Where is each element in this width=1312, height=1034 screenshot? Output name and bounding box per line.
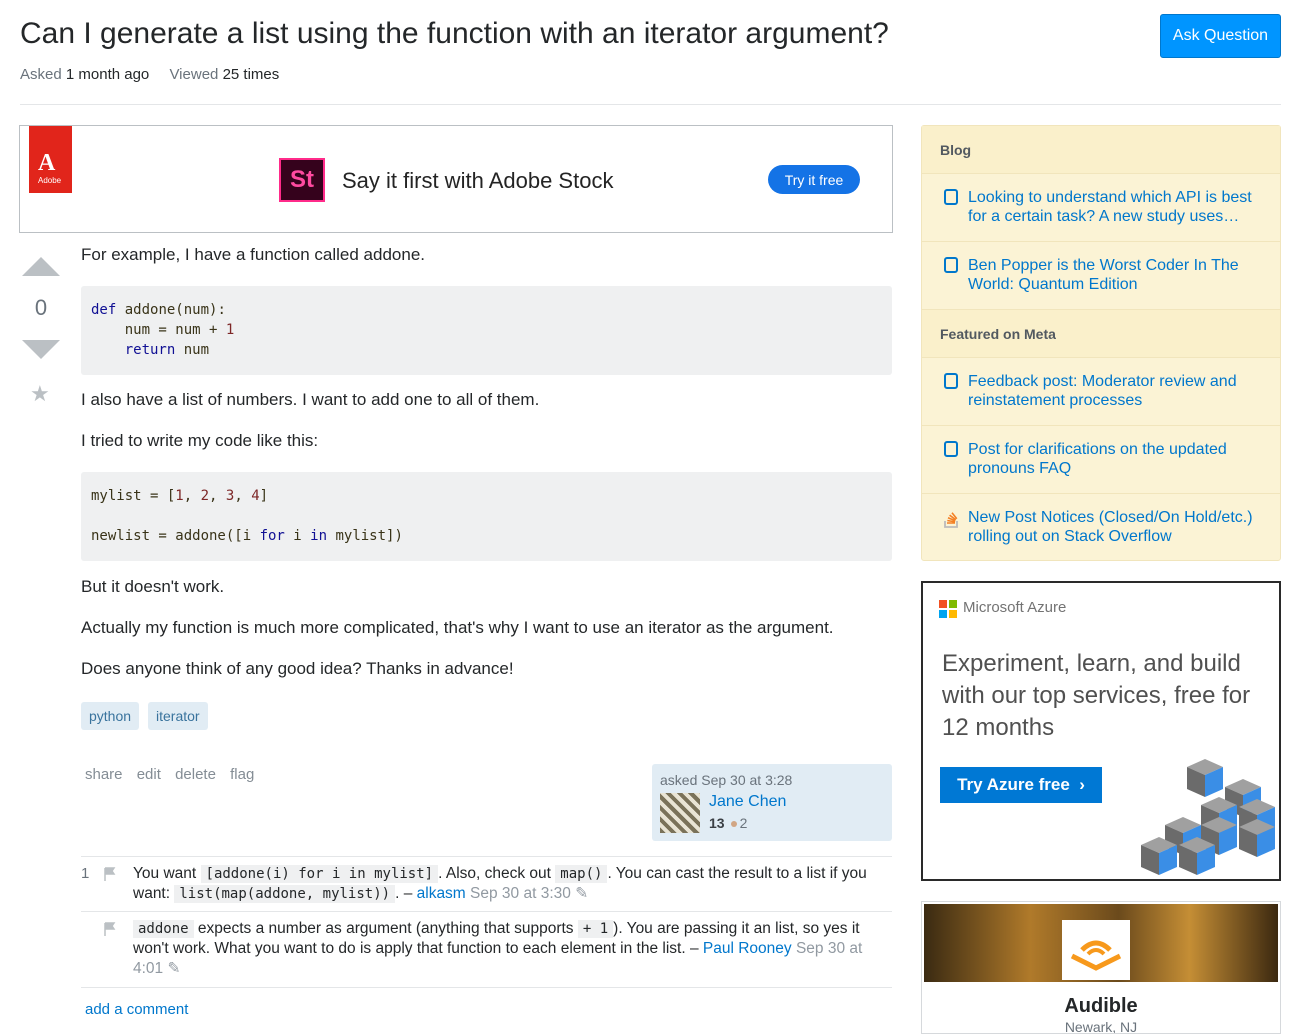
viewed-label: Viewed <box>169 66 219 83</box>
upvote-arrow-icon[interactable] <box>22 257 60 276</box>
post-paragraph-6: Does anyone think of any good idea? Than… <box>81 659 514 678</box>
avatar[interactable] <box>660 793 700 833</box>
ad-headline: Say it first with Adobe Stock <box>342 168 614 193</box>
blog-item[interactable]: Ben Popper is the Worst Coder In The Wor… <box>922 242 1280 310</box>
meta-heading: Featured on Meta <box>922 310 1280 358</box>
chevron-right-icon: › <box>1079 775 1085 794</box>
blog-heading: Blog <box>922 126 1280 174</box>
comments-bottom-divider <box>81 987 892 988</box>
share-link[interactable]: share <box>85 766 123 783</box>
header-divider <box>20 104 1281 105</box>
tag-iterator[interactable]: iterator <box>148 702 208 730</box>
ask-question-button[interactable]: Ask Question <box>1160 14 1281 58</box>
downvote-arrow-icon[interactable] <box>22 340 60 359</box>
comment-author-link[interactable]: Paul Rooney <box>703 940 792 957</box>
adobe-logo: A Adobe <box>29 126 72 193</box>
adobe-logo-text: Adobe <box>38 176 62 185</box>
comments-divider <box>81 856 892 857</box>
favorite-star-icon[interactable]: ★ <box>30 381 50 407</box>
audible-logo-icon <box>1062 920 1130 980</box>
comment-2: addone expects a number as argument (any… <box>133 920 863 977</box>
blog-icon <box>944 257 958 273</box>
azure-brand: Microsoft Azure <box>963 599 1067 616</box>
adobe-stock-icon: St <box>279 158 325 202</box>
post-paragraph-1: For example, I have a function called ad… <box>81 245 425 264</box>
meta-item[interactable]: New Post Notices (Closed/On Hold/etc.) r… <box>922 494 1280 560</box>
asked-value: 1 month ago <box>65 66 150 83</box>
bronze-badge-icon <box>730 821 737 827</box>
meta-icon <box>944 373 958 389</box>
flag-link[interactable]: flag <box>230 766 254 783</box>
audible-name: Audible <box>1064 995 1138 1017</box>
try-azure-button[interactable]: Try Azure free › <box>940 767 1102 803</box>
audible-ad[interactable]: Audible Newark, NJ <box>921 901 1281 1034</box>
asked-label: Asked <box>20 66 62 83</box>
adobe-a-glyph: A <box>38 150 56 176</box>
comment-score: 1 <box>81 865 90 882</box>
delete-link[interactable]: delete <box>175 766 216 783</box>
azure-ad[interactable]: Microsoft Azure Experiment, learn, and b… <box>921 581 1281 881</box>
owner-reputation: 13 2 <box>709 815 748 831</box>
add-comment-link[interactable]: add a comment <box>85 1001 188 1018</box>
post-paragraph-4: But it doesn't work. <box>81 577 225 596</box>
community-bulletin: Blog Looking to understand which API is … <box>921 125 1281 561</box>
microsoft-logo-icon <box>939 600 957 618</box>
post-paragraph-3: I tried to write my code like this: <box>81 431 319 450</box>
cubes-illustration <box>1141 759 1275 875</box>
owner-card: asked Sep 30 at 3:28 Jane Chen 13 2 <box>652 764 892 841</box>
flag-icon[interactable] <box>103 922 117 936</box>
meta-item[interactable]: Post for clarifications on the updated p… <box>922 426 1280 494</box>
blog-item[interactable]: Looking to understand which API is best … <box>922 174 1280 242</box>
meta-icon <box>944 441 958 457</box>
code-block-1: def addone(num): num = num + 1 return nu… <box>81 286 892 375</box>
comment-1: You want [addone(i) for i in mylist]. Al… <box>133 865 867 903</box>
comment-author-link[interactable]: alkasm <box>417 885 466 902</box>
edit-pencil-icon: ✎ <box>167 960 181 977</box>
edit-link[interactable]: edit <box>137 766 161 783</box>
owner-username[interactable]: Jane Chen <box>709 793 786 811</box>
try-it-free-button[interactable]: Try it free <box>768 165 860 194</box>
question-meta: Asked 1 month ago Viewed 25 times <box>20 66 295 83</box>
code-block-2: mylist = [1, 2, 3, 4] newlist = addone([… <box>81 472 892 561</box>
asked-timestamp: asked Sep 30 at 3:28 <box>660 772 793 788</box>
azure-headline: Experiment, learn, and build with our to… <box>942 650 1251 741</box>
viewed-value: 25 times <box>222 66 280 83</box>
post-paragraph-5: Actually my function is much more compli… <box>81 618 834 637</box>
stack-overflow-icon <box>944 512 958 528</box>
edit-pencil-icon: ✎ <box>575 885 589 902</box>
flag-icon[interactable] <box>103 867 117 881</box>
meta-item[interactable]: Feedback post: Moderator review and rein… <box>922 358 1280 426</box>
post-menu: share edit delete flag <box>85 766 264 783</box>
post-paragraph-2: I also have a list of numbers. I want to… <box>81 390 540 409</box>
audible-location: Newark, NJ <box>1064 1019 1138 1034</box>
vote-count: 0 <box>34 295 48 320</box>
comment-divider <box>81 911 892 912</box>
blog-icon <box>944 189 958 205</box>
question-title[interactable]: Can I generate a list using the function… <box>20 17 889 51</box>
tag-python[interactable]: python <box>81 702 140 730</box>
